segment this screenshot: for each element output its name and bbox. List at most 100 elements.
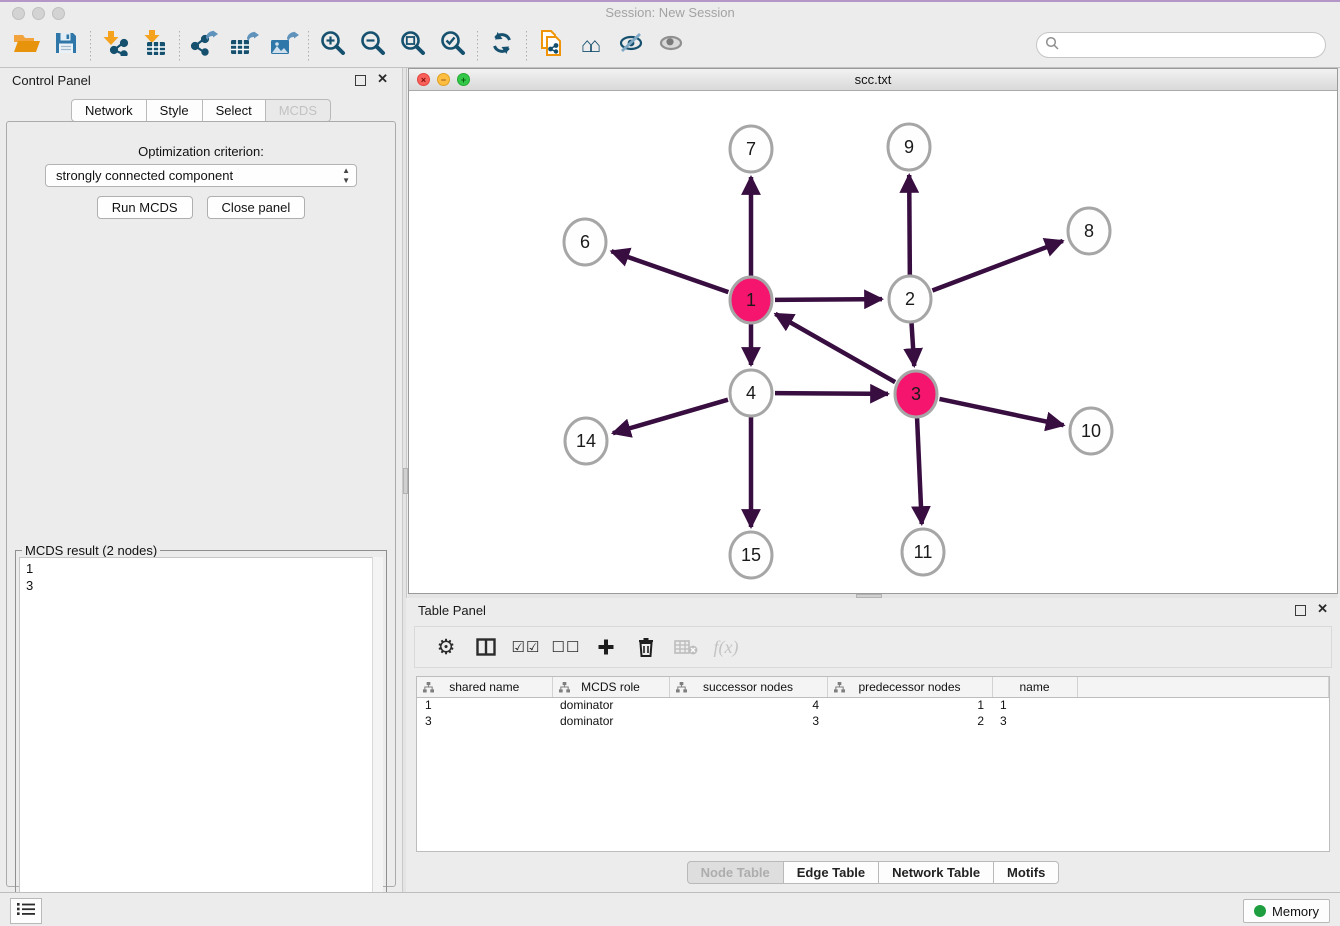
tab-node-table[interactable]: Node Table <box>687 861 784 884</box>
status-bar: Memory <box>0 892 1340 926</box>
close-panel-button[interactable]: Close panel <box>207 196 306 219</box>
run-mcds-button[interactable]: Run MCDS <box>97 196 193 219</box>
graph-edge-3-11[interactable] <box>917 418 922 524</box>
gear-icon[interactable]: ⚙ <box>431 632 461 662</box>
graph-edge-2-9[interactable] <box>909 175 910 275</box>
zoom-selected-button[interactable] <box>433 28 473 64</box>
eye-icon <box>657 31 685 60</box>
table-cell[interactable]: 3 <box>417 713 552 729</box>
hierarchy-icon <box>559 682 570 696</box>
tab-mcds[interactable]: MCDS <box>266 99 331 122</box>
add-column-icon[interactable] <box>591 632 621 662</box>
refresh-button[interactable] <box>482 28 522 64</box>
table-header-row: shared name MCDS role <box>417 677 1329 697</box>
table-cell[interactable]: dominator <box>552 697 669 713</box>
result-scrollbar[interactable] <box>372 557 383 926</box>
mcds-result-title: MCDS result (2 nodes) <box>22 543 160 558</box>
toolbar-separator <box>90 31 91 61</box>
mcds-result-box: MCDS result (2 nodes) 1 3 <box>15 550 387 926</box>
close-table-panel-icon[interactable]: ✕ <box>1317 601 1328 617</box>
network-graph[interactable]: 7968124314101511 <box>409 91 1337 593</box>
table-row[interactable]: 1dominator411 <box>417 697 1329 713</box>
network-window-titlebar[interactable]: × − + scc.txt <box>409 69 1337 91</box>
import-table-icon <box>141 30 169 61</box>
export-table-button[interactable] <box>224 28 264 64</box>
network-canvas[interactable]: 7968124314101511 <box>409 91 1337 593</box>
zoom-fit-button[interactable] <box>393 28 433 64</box>
graph-node-label: 10 <box>1081 421 1101 441</box>
table-cell[interactable]: 1 <box>992 697 1077 713</box>
tab-style[interactable]: Style <box>147 99 203 122</box>
graph-edge-2-3[interactable] <box>912 323 915 366</box>
tab-edge-table[interactable]: Edge Table <box>784 861 879 884</box>
two-houses-button[interactable]: ⌂⌂ <box>571 28 611 64</box>
criterion-dropdown[interactable]: strongly connected component ▲▼ <box>45 164 357 187</box>
zoom-in-button[interactable] <box>313 28 353 64</box>
save-floppy-icon <box>54 31 78 60</box>
column-header-name[interactable]: name <box>992 677 1077 697</box>
open-file-button[interactable] <box>6 28 46 64</box>
control-panel-title: Control Panel <box>12 73 91 88</box>
table-cell[interactable]: 1 <box>827 697 992 713</box>
unselect-all-columns-icon[interactable]: ☐☐ <box>551 632 581 662</box>
graph-edge-2-8[interactable] <box>932 241 1062 291</box>
zoom-fit-icon <box>400 30 426 61</box>
table-cell[interactable]: 2 <box>827 713 992 729</box>
duplicate-network-button[interactable] <box>531 28 571 64</box>
window-titlebar: Session: New Session <box>0 2 1340 24</box>
float-panel-icon[interactable] <box>355 75 366 86</box>
import-network-button[interactable] <box>95 28 135 64</box>
export-network-button[interactable] <box>184 28 224 64</box>
column-header-successor-nodes[interactable]: successor nodes <box>669 677 827 697</box>
save-session-button[interactable] <box>46 28 86 64</box>
application-window: Session: New Session <box>0 0 1340 926</box>
table-row[interactable]: 3dominator323 <box>417 713 1329 729</box>
delete-table-icon[interactable] <box>671 632 701 662</box>
graph-edge-1-6[interactable] <box>611 251 728 292</box>
graph-node-label: 2 <box>905 289 915 309</box>
graph-edge-3-1[interactable] <box>775 314 895 382</box>
search-input[interactable] <box>1059 38 1325 53</box>
search-box[interactable] <box>1036 32 1326 58</box>
table-cell[interactable]: dominator <box>552 713 669 729</box>
tab-select[interactable]: Select <box>203 99 266 122</box>
hierarchy-icon <box>834 682 845 696</box>
graph-edge-4-14[interactable] <box>613 400 728 433</box>
eye-slash-icon <box>617 31 645 60</box>
graph-edge-3-10[interactable] <box>939 399 1063 425</box>
graph-node-label: 14 <box>576 431 596 451</box>
table-cell[interactable]: 3 <box>669 713 827 729</box>
control-panel: Control Panel ✕ Network Style Select MCD… <box>0 68 402 892</box>
select-all-columns-icon[interactable]: ☑☑ <box>511 632 541 662</box>
hide-selected-button[interactable] <box>611 28 651 64</box>
tab-motifs[interactable]: Motifs <box>994 861 1059 884</box>
delete-column-icon[interactable] <box>631 632 661 662</box>
float-table-panel-icon[interactable] <box>1295 605 1306 616</box>
column-header-mcds-role[interactable]: MCDS role <box>552 677 669 697</box>
export-image-icon <box>269 30 299 61</box>
memory-button[interactable]: Memory <box>1243 899 1330 923</box>
table-cell[interactable]: 4 <box>669 697 827 713</box>
column-header-shared-name[interactable]: shared name <box>417 677 552 697</box>
zoom-out-button[interactable] <box>353 28 393 64</box>
refresh-icon <box>489 30 515 61</box>
export-image-button[interactable] <box>264 28 304 64</box>
show-eye-button[interactable] <box>651 28 691 64</box>
graph-node-label: 6 <box>580 232 590 252</box>
toolbar-separator <box>308 31 309 61</box>
column-header-predecessor-nodes[interactable]: predecessor nodes <box>827 677 992 697</box>
close-panel-icon[interactable]: ✕ <box>377 71 388 87</box>
task-history-button[interactable] <box>10 898 42 924</box>
split-columns-icon[interactable] <box>471 632 501 662</box>
table-cell[interactable]: 3 <box>992 713 1077 729</box>
table-cell[interactable]: 1 <box>417 697 552 713</box>
table-panel-title: Table Panel <box>418 603 486 618</box>
graph-edge-4-3[interactable] <box>775 393 888 394</box>
graph-edge-1-2[interactable] <box>775 299 882 300</box>
tab-network[interactable]: Network <box>71 99 147 122</box>
function-builder-icon[interactable]: f(x) <box>711 632 741 662</box>
import-table-button[interactable] <box>135 28 175 64</box>
table-tabs: Node Table Edge Table Network Table Moti… <box>406 861 1340 884</box>
tab-network-table[interactable]: Network Table <box>879 861 994 884</box>
table-toolbar: ⚙ ☑☑ ☐☐ <box>414 626 1332 668</box>
